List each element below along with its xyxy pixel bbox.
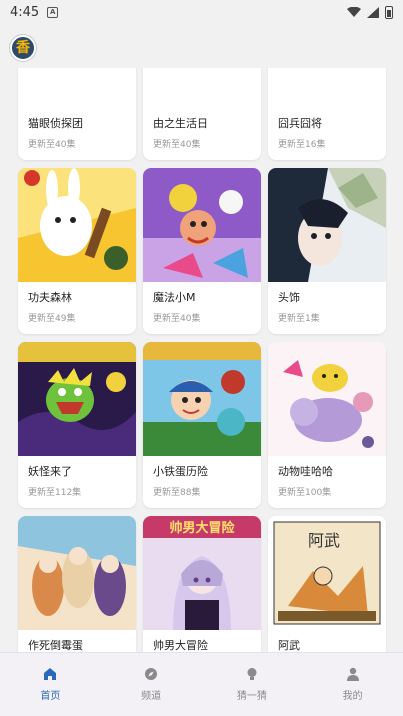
comic-update: 更新至49集	[28, 314, 76, 324]
comic-cover[interactable]	[143, 168, 261, 282]
comic-title: 猫眼侦探团	[28, 117, 83, 130]
comic-title: 小铁蛋历险	[153, 465, 208, 478]
comic-cover[interactable]	[268, 168, 386, 282]
comic-grid-area: 猫眼侦探团 更新至40集 由之生活日 更新至40集 囧兵囧将 更新至16集 功夫…	[0, 24, 403, 652]
comic-update: 更新至40集	[153, 140, 201, 150]
comic-update: 更新至88集	[153, 488, 201, 498]
comic-card[interactable]: 作死倒霉蛋	[18, 516, 136, 652]
comic-card[interactable]: 帅男大冒险 帅男大冒险	[143, 516, 261, 652]
comic-title: 帅男大冒险	[153, 639, 208, 652]
comic-card[interactable]: 动物哇哈哈 更新至100集	[268, 342, 386, 508]
comic-card[interactable]: 妖怪来了 更新至112集	[18, 342, 136, 508]
comic-title: 功夫森林	[28, 291, 72, 304]
comic-cover[interactable]: 帅男大冒险	[143, 516, 261, 630]
comic-cover[interactable]	[143, 342, 261, 456]
tab-label: 我的	[342, 691, 363, 702]
comic-cover[interactable]	[18, 342, 136, 456]
app-logo[interactable]: 香	[10, 35, 36, 61]
comic-update: 更新至16集	[278, 140, 326, 150]
comic-update: 更新至112集	[28, 488, 82, 498]
tab-label: 首页	[40, 691, 61, 702]
comic-cover[interactable]	[18, 168, 136, 282]
comic-title: 由之生活日	[153, 117, 208, 130]
comic-update: 更新至100集	[278, 488, 332, 498]
comic-card[interactable]: 功夫森林 更新至49集	[18, 168, 136, 334]
svg-text:帅男大冒险: 帅男大冒险	[169, 520, 235, 536]
comic-grid: 猫眼侦探团 更新至40集 由之生活日 更新至40集 囧兵囧将 更新至16集 功夫…	[18, 24, 386, 652]
battery-icon	[385, 5, 393, 19]
comic-title: 作死倒霉蛋	[28, 639, 83, 652]
comic-card[interactable]: 头饰 更新至1集	[268, 168, 386, 334]
tab-label: 猜一猜	[236, 691, 267, 702]
comic-title: 阿武	[278, 639, 300, 652]
notification-icon: A	[47, 6, 59, 18]
comic-title: 动物哇哈哈	[278, 465, 333, 478]
home-icon	[44, 668, 57, 680]
tab-label: 频道	[141, 691, 162, 702]
comic-card[interactable]: 小铁蛋历险 更新至88集	[143, 342, 261, 508]
comic-card[interactable]: 魔法小M 更新至40集	[143, 168, 261, 334]
comic-cover[interactable]	[268, 342, 386, 456]
app-header: 香	[0, 24, 403, 68]
bottom-tab-bar: 首页 频道 猜一猜 我的	[0, 652, 403, 716]
comic-update: 更新至40集	[153, 314, 201, 324]
comic-title: 妖怪来了	[28, 465, 72, 478]
status-icons	[347, 5, 393, 19]
comic-cover[interactable]: 阿武	[268, 516, 386, 630]
comic-title: 魔法小M	[153, 291, 196, 304]
comic-title: 头饰	[278, 291, 300, 304]
wifi-icon	[347, 7, 361, 17]
status-time: 4:45	[10, 4, 40, 20]
comic-update: 更新至1集	[278, 314, 320, 324]
comic-card[interactable]: 阿武 阿武	[268, 516, 386, 652]
tab-guess[interactable]: 猜一猜	[212, 667, 292, 702]
comic-cover[interactable]	[18, 516, 136, 630]
signal-icon	[367, 6, 379, 18]
person-icon	[346, 667, 359, 681]
comic-title: 囧兵囧将	[278, 117, 322, 130]
comic-update: 更新至40集	[28, 140, 76, 150]
status-bar: 4:45 A	[0, 0, 403, 24]
tab-mine[interactable]: 我的	[313, 667, 393, 702]
tab-home[interactable]: 首页	[10, 667, 90, 702]
compass-icon	[145, 668, 158, 680]
svg-text:阿武: 阿武	[308, 531, 340, 550]
tab-channel[interactable]: 频道	[111, 667, 191, 702]
bulb-icon	[247, 668, 257, 680]
